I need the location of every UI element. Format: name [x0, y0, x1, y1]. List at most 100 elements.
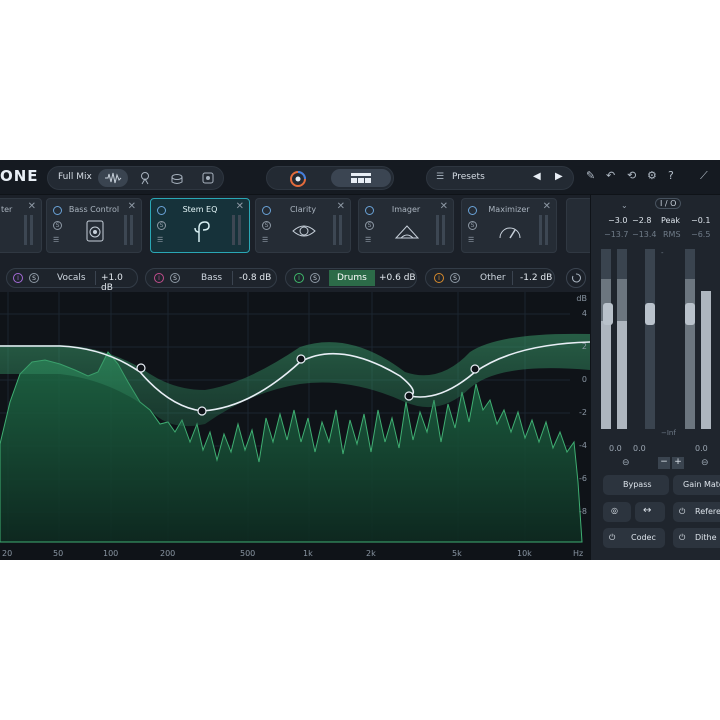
power-icon[interactable]: I [154, 273, 164, 283]
imager-icon [394, 225, 420, 239]
divider [232, 271, 233, 285]
module-bass-control[interactable]: Bass Control ✕ S ☰ [46, 198, 142, 253]
close-icon[interactable]: ✕ [236, 201, 244, 212]
input-meter-right-level [617, 321, 627, 429]
power-icon[interactable]: I [13, 273, 23, 283]
presets-label[interactable]: Presets [452, 172, 485, 182]
solo-icon[interactable]: S [468, 221, 477, 230]
menu-icon[interactable]: ☰ [262, 236, 268, 244]
swap-icon: ↔ [643, 505, 652, 516]
dither-button[interactable]: ⏻ Dithe [673, 528, 720, 548]
eq-node[interactable] [136, 363, 146, 373]
link-icon[interactable]: ⊖ [701, 458, 709, 468]
mix-selector[interactable]: Full Mix [47, 166, 224, 190]
stem-gain[interactable]: +0.6 dB [379, 273, 416, 283]
gear-icon[interactable]: ⚙ [647, 169, 657, 182]
io-toggle[interactable]: I / O [655, 198, 682, 209]
mono-button[interactable]: ◎ [603, 502, 631, 522]
power-icon: ⏻ [679, 507, 686, 516]
module-maximizer[interactable]: Maximizer ✕ S ☰ [461, 198, 557, 253]
reference-button[interactable]: ⏻ Refere [673, 502, 720, 522]
solo-icon[interactable]: S [29, 273, 39, 283]
stem-vocals[interactable]: I S Vocals +1.0 dB [6, 268, 138, 293]
codec-button[interactable]: ⏻ Codec [603, 528, 665, 548]
close-icon[interactable]: ✕ [440, 201, 448, 212]
eq-display[interactable]: dB 4 2 0 -2 -4 -6 -8 20 50 100 200 500 1… [0, 292, 590, 560]
module-stem-eq[interactable]: Stem EQ ✕ S ☰ [150, 198, 250, 253]
minus-button[interactable]: − [658, 457, 670, 469]
module-meter [24, 215, 27, 245]
input-gain-slider[interactable] [603, 303, 613, 325]
menu-icon[interactable]: ☰ [365, 236, 371, 244]
chevron-down-icon[interactable]: ⌄ [621, 201, 628, 210]
solo-icon[interactable]: S [157, 221, 166, 230]
solo-icon[interactable]: S [53, 221, 62, 230]
gain-match-button[interactable]: Gain Match [673, 475, 720, 495]
solo-icon[interactable]: S [170, 273, 180, 283]
help-icon[interactable]: ? [668, 169, 674, 182]
solo-icon[interactable]: S [450, 273, 460, 283]
output-ceiling-slider[interactable] [685, 303, 695, 325]
drums-icon[interactable] [170, 171, 184, 188]
stem-other[interactable]: I S Other -1.2 dB [425, 268, 555, 288]
db-tick: 0 [581, 375, 587, 384]
swap-channels-button[interactable]: ↔ [635, 502, 665, 522]
stem-gain[interactable]: -0.8 dB [239, 273, 271, 283]
input-zero-left: 0.0 [609, 444, 622, 453]
stem-bass[interactable]: I S Bass -0.8 dB [145, 268, 277, 288]
module-equalizer[interactable]: ter ✕ [0, 198, 42, 253]
other-instruments-icon[interactable] [201, 171, 215, 188]
app-window: ONE Full Mix ☰ Presets ◀ ▶ ✎ ↶ ⟲ ⚙ ? ⟋ t… [0, 160, 720, 560]
plus-button[interactable]: + [672, 457, 684, 469]
stem-drums[interactable]: I S Drums +0.6 dB [285, 268, 417, 288]
stem-gain[interactable]: +1.0 dB [101, 273, 137, 293]
modules-view-button[interactable] [331, 169, 391, 187]
history-icon[interactable]: ⟲ [627, 169, 636, 182]
view-switcher[interactable] [266, 166, 394, 190]
assistant-view-icon[interactable] [289, 170, 307, 192]
divider [512, 271, 513, 285]
menu-icon[interactable]: ☰ [157, 236, 163, 244]
hz-unit-label: Hz [573, 549, 584, 558]
power-icon[interactable]: I [294, 273, 304, 283]
stem-gain[interactable]: -1.2 dB [520, 273, 552, 283]
solo-icon[interactable]: S [262, 221, 271, 230]
output-meter-left [645, 249, 655, 429]
output-zero: 0.0 [695, 444, 708, 453]
menu-icon[interactable]: ☰ [468, 236, 474, 244]
full-mix-label[interactable]: Full Mix [58, 172, 92, 182]
undo-icon[interactable]: ↶ [606, 169, 615, 182]
vocals-icon[interactable] [138, 171, 152, 188]
solo-icon[interactable]: S [310, 273, 320, 283]
output-gain-slider[interactable] [645, 303, 655, 325]
db-tick: -4 [579, 441, 587, 450]
eq-node[interactable] [197, 406, 207, 416]
solo-icon[interactable]: S [365, 221, 374, 230]
module-imager[interactable]: Imager ✕ S ☰ [358, 198, 454, 253]
eq-node[interactable] [296, 354, 306, 364]
eq-node[interactable] [470, 364, 480, 374]
modules-grid-icon [351, 173, 371, 183]
hz-tick: 50 [53, 549, 64, 558]
stem-name: Drums [337, 273, 367, 283]
waveform-mode-button[interactable] [98, 169, 128, 187]
link-icon[interactable]: ⊖ [622, 458, 630, 468]
close-icon[interactable]: ✕ [543, 201, 551, 212]
stem-settings-button[interactable] [566, 268, 586, 288]
pencil-icon[interactable]: ✎ [586, 169, 595, 182]
close-icon[interactable]: ✕ [128, 201, 136, 212]
close-icon[interactable]: ✕ [28, 201, 36, 212]
next-preset-icon[interactable]: ▶ [555, 171, 563, 182]
eq-node[interactable] [404, 391, 414, 401]
bypass-button[interactable]: Bypass [603, 475, 669, 495]
menu-icon[interactable]: ☰ [53, 236, 59, 244]
module-clarity[interactable]: Clarity ✕ S ☰ [255, 198, 351, 253]
input-zero-right: 0.0 [633, 444, 646, 453]
input-peak-left: −3.0 [608, 216, 628, 225]
previous-preset-icon[interactable]: ◀ [533, 171, 541, 182]
eq-graph[interactable] [0, 292, 590, 560]
power-icon[interactable]: I [434, 273, 444, 283]
presets-bar[interactable]: ☰ Presets ◀ ▶ [426, 166, 574, 190]
stem-eq-icon [194, 221, 210, 242]
close-icon[interactable]: ✕ [337, 201, 345, 212]
